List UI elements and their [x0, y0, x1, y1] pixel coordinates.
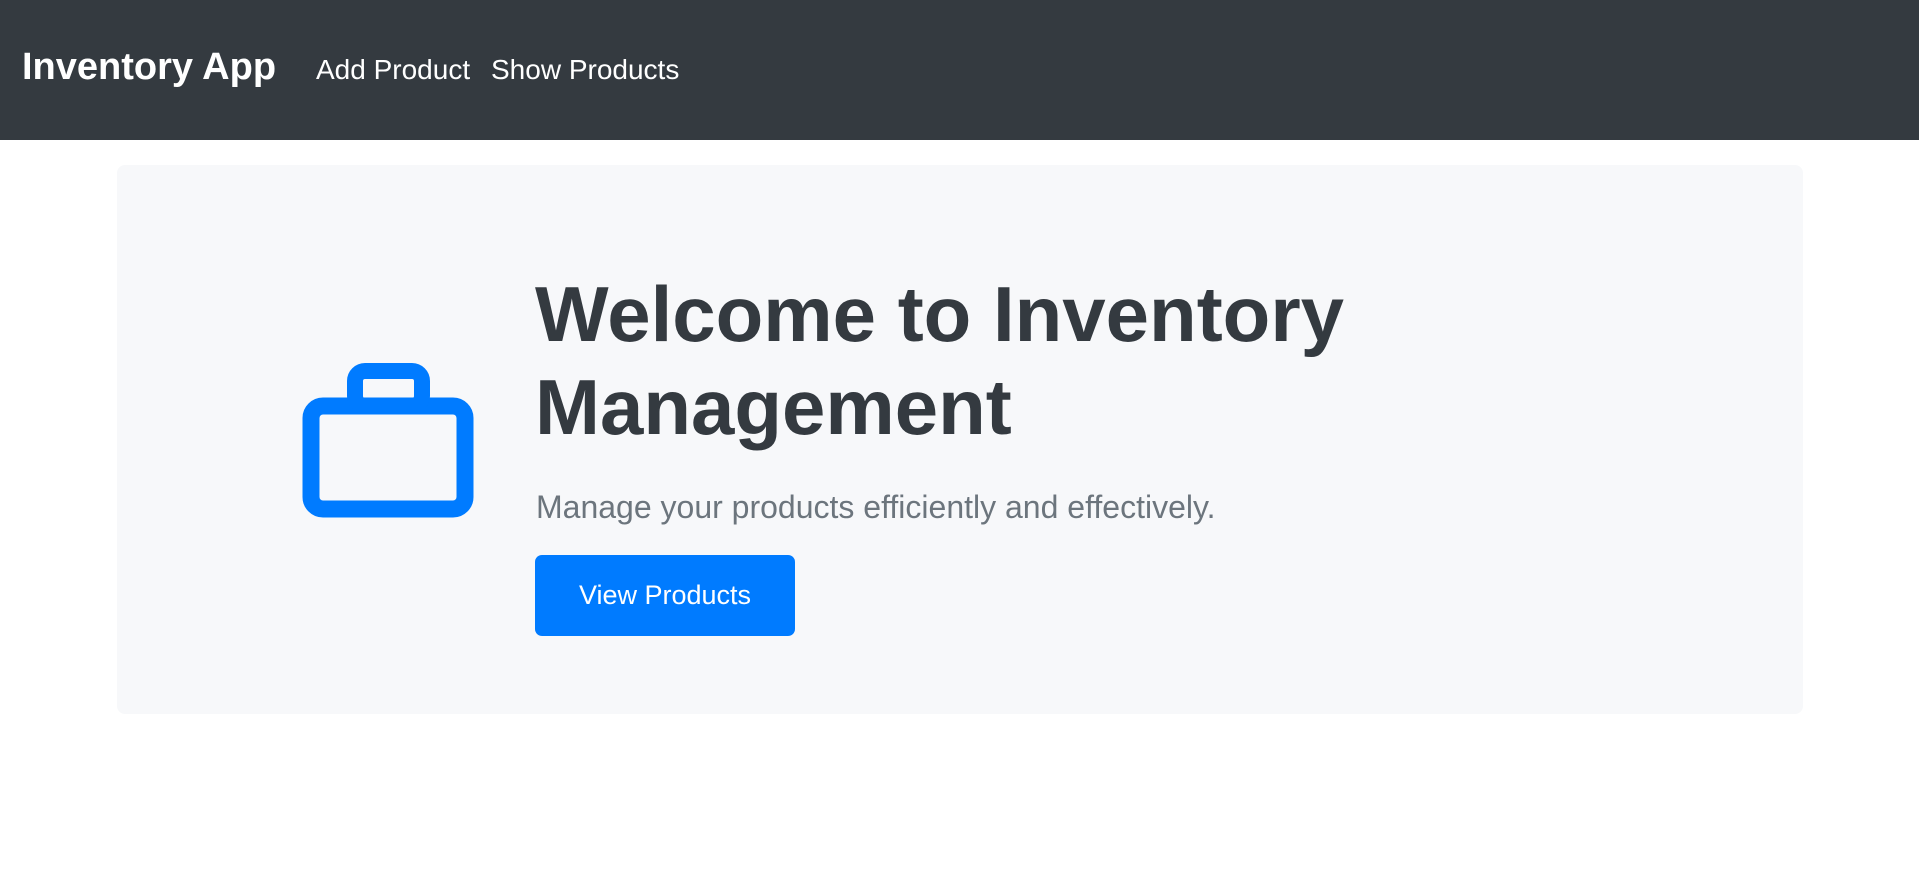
navbar: Inventory App Add Product Show Products: [0, 0, 1919, 140]
hero-title: Welcome to Inventory Management: [535, 270, 1345, 451]
nav-link-show-products[interactable]: Show Products: [491, 56, 679, 84]
navbar-brand[interactable]: Inventory App: [22, 48, 276, 86]
view-products-button[interactable]: View Products: [535, 555, 795, 636]
briefcase-icon: [302, 363, 474, 518]
hero-lead-text: Manage your products efficiently and eff…: [536, 489, 1216, 525]
nav-link-add-product[interactable]: Add Product: [316, 56, 470, 84]
